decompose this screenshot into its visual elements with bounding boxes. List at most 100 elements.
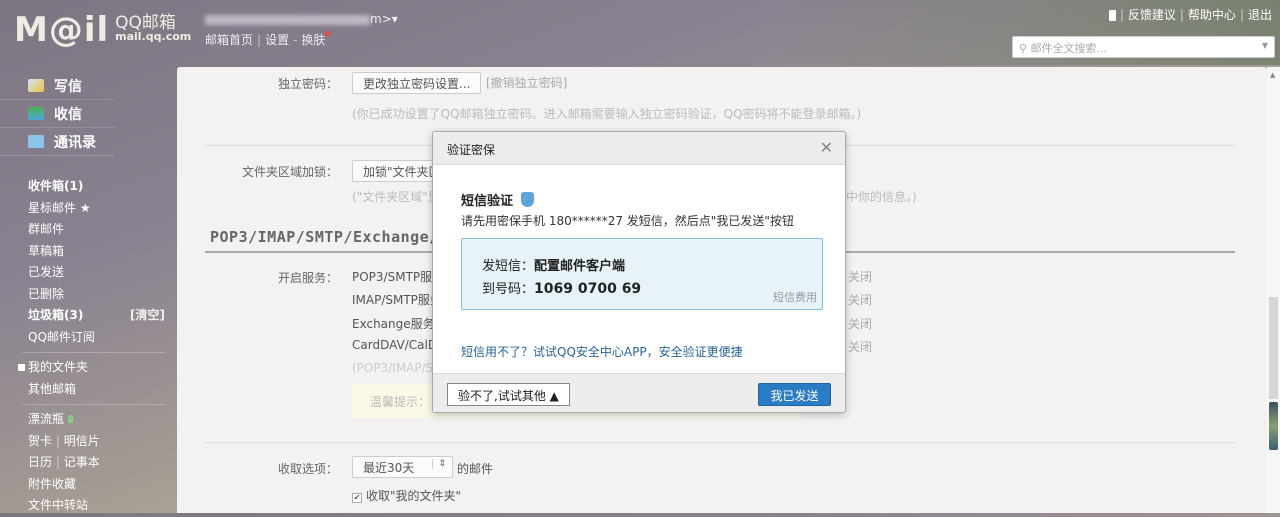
service-exchange: Exchange服务 (352, 317, 435, 331)
sms-label: 发短信： (482, 259, 535, 274)
link-postcards[interactable]: 明信片 (64, 434, 100, 448)
sidebar-item-spam[interactable]: 垃圾箱(3) [清空] (0, 305, 175, 327)
search-placeholder: 邮件全文搜索... (1030, 42, 1108, 55)
security-app-link[interactable]: 短信用不了？试试QQ安全中心APP，安全验证更便捷 (461, 343, 743, 360)
link-logout[interactable]: 退出 (1248, 8, 1272, 22)
fetch-label: 收取选项： (277, 462, 338, 476)
service-imap: IMAP/SMTP服务 (352, 293, 442, 307)
sidebar-item-deleted[interactable]: 已删除 (0, 284, 175, 306)
account-suffix: m> (370, 12, 392, 26)
sidebar-item-my-folders[interactable]: 我的文件夹 (0, 357, 175, 379)
compose-icon (28, 79, 44, 92)
sidebar-item-sent[interactable]: 已发送 (0, 262, 175, 284)
sidebar-item-other-mail[interactable]: 其他邮箱 (0, 379, 175, 401)
sidebar-item-inbox[interactable]: 收件箱(1) (0, 176, 175, 198)
scroll-up-icon[interactable]: ▲ (1270, 71, 1275, 79)
change-pwd-button[interactable]: 更改独立密码设置... (352, 72, 482, 94)
section-title: POP3/IMAP/SMTP/Exchange/ (210, 228, 439, 246)
inbox-download-icon (28, 107, 44, 120)
try-other-button[interactable]: 验不了,试试其他 ▲ (447, 383, 570, 406)
lock-note: ("文件夹区域"显 (352, 190, 440, 204)
chevron-down-icon[interactable]: ▼ (1262, 41, 1268, 50)
link-skin[interactable]: 换肤 (301, 33, 325, 47)
link-calendar[interactable]: 日历 (28, 455, 52, 469)
link-notes[interactable]: 记事本 (64, 455, 100, 469)
sidebar-compose[interactable]: 写信 (0, 72, 115, 100)
dialog-header: 验证密保 ✕ (433, 132, 845, 165)
link-cards[interactable]: 贺卡 (28, 434, 52, 448)
checkbox-checked[interactable]: ✔ (352, 493, 362, 503)
sidebar-item-subscriptions[interactable]: QQ邮件订阅 (0, 327, 175, 349)
top-links: 邮箱首页 | 设置 - 换肤 (205, 31, 331, 48)
sidebar-item-drafts[interactable]: 草稿箱 (0, 241, 175, 263)
link-help[interactable]: 帮助中心 (1188, 8, 1236, 22)
link-feedback[interactable]: 反馈建议 (1128, 8, 1176, 22)
pwd-note: (你已成功设置了QQ邮箱独立密码。进入邮箱需要输入独立密码验证，QQ密码将不能登… (352, 107, 862, 121)
sms-content-row: 发短信：配置邮件客户端 (482, 255, 625, 274)
fetch-folders-label: 收取"我的文件夹" (366, 489, 462, 503)
scrollbar[interactable]: ▲ (1267, 67, 1280, 513)
confirm-sent-button[interactable]: 我已发送 (758, 383, 831, 406)
receive-label: 收信 (54, 106, 82, 123)
blurred-account (205, 14, 370, 25)
chevron-down-icon: ▾ (391, 12, 398, 26)
sidebar-contacts[interactable]: 通讯录 (0, 128, 115, 156)
stepper-icon: ⇕ (432, 459, 446, 469)
right-links: | 反馈建议 | 帮助中心 | 退出 (1108, 6, 1272, 23)
sms-content: 配置邮件客户端 (534, 259, 626, 274)
service-status[interactable]: 关闭 (848, 338, 872, 355)
bottle-label: 漂流瓶 (28, 412, 65, 426)
fetch-range-select[interactable]: 最近30天 ⇕ (352, 456, 453, 478)
sms-number: 1069 0700 69 (534, 281, 642, 297)
compose-label: 写信 (54, 78, 82, 95)
sidebar-item-starred[interactable]: 星标邮件 ★ (0, 198, 175, 220)
heading-text: 短信验证 (461, 194, 514, 209)
shield-icon (521, 192, 535, 207)
service-status[interactable]: 关闭 (848, 315, 872, 332)
link-settings[interactable]: 设置 (265, 33, 289, 47)
my-folders-label: 我的文件夹 (28, 360, 89, 374)
instructions: 请先用密保手机 180******27 发短信，然后点"我已发送"按钮 (461, 214, 794, 228)
fetch-folders-checkbox[interactable]: ✔ 收取"我的文件夹" (352, 487, 461, 504)
sms-fee-link[interactable]: 短信费用 (773, 289, 817, 305)
service-status[interactable]: 关闭 (848, 268, 872, 285)
service-label: 开启服务： (277, 271, 338, 285)
sidebar-item-bottle[interactable]: 漂流瓶 (0, 409, 175, 431)
dialog-title: 验证密保 (447, 143, 496, 157)
link-home[interactable]: 邮箱首页 (205, 33, 253, 47)
phone-icon[interactable] (1108, 10, 1116, 21)
sidebar-item-file-transfer[interactable]: 文件中转站 (0, 495, 175, 517)
sidebar-item-group[interactable]: 群邮件 (0, 219, 175, 241)
service-status[interactable]: 关闭 (848, 291, 872, 308)
close-icon[interactable]: ✕ (820, 138, 833, 157)
account-menu[interactable]: m>▾ (205, 12, 398, 26)
lock-note-end: 中你的信息。) (846, 190, 917, 204)
sms-verify-heading: 短信验证 (461, 190, 535, 209)
logo-mark: M@il (14, 10, 110, 50)
sms-info-box: 发短信：配置邮件客户端 到号码：1069 0700 69 短信费用 (461, 238, 823, 310)
fetch-range-value: 最近30天 (363, 461, 415, 475)
lock-folder-button[interactable]: 加锁"文件夹区 (352, 160, 434, 182)
divider (205, 442, 1235, 443)
sidebar-item-cards: 贺卡 | 明信片 (28, 433, 100, 448)
contacts-icon (28, 135, 44, 148)
verify-dialog: 验证密保 ✕ 短信验证 请先用密保手机 180******27 发短信，然后点"我… (432, 131, 846, 413)
divider (22, 404, 165, 405)
scroll-thumb[interactable] (1269, 297, 1278, 399)
service-pop3: POP3/SMTP服 (352, 270, 433, 284)
cancel-pwd-link[interactable]: [撤销独立密码] (486, 74, 567, 91)
search-input[interactable]: ⚲ 邮件全文搜索... ▼ (1012, 36, 1275, 58)
widget-icon (1269, 402, 1278, 450)
pwd-label: 独立密码： (277, 77, 338, 91)
expand-icon[interactable] (18, 364, 25, 371)
bottle-icon (67, 415, 73, 423)
sidebar-item-attachments[interactable]: 附件收藏 (0, 474, 175, 496)
contacts-label: 通讯录 (54, 134, 96, 151)
sidebar-receive[interactable]: 收信 (0, 100, 115, 128)
to-label: 到号码： (482, 282, 535, 297)
sidebar: 写信 收信 通讯录 收件箱(1) 星标邮件 ★ 群邮件 草稿箱 已发送 已删除 … (0, 72, 175, 517)
empty-spam-link[interactable]: [清空] (130, 305, 165, 327)
sms-number-row: 到号码：1069 0700 69 (482, 278, 641, 297)
logo[interactable]: M@il QQ邮箱 mail.qq.com (14, 10, 191, 50)
search-icon: ⚲ (1019, 42, 1031, 55)
